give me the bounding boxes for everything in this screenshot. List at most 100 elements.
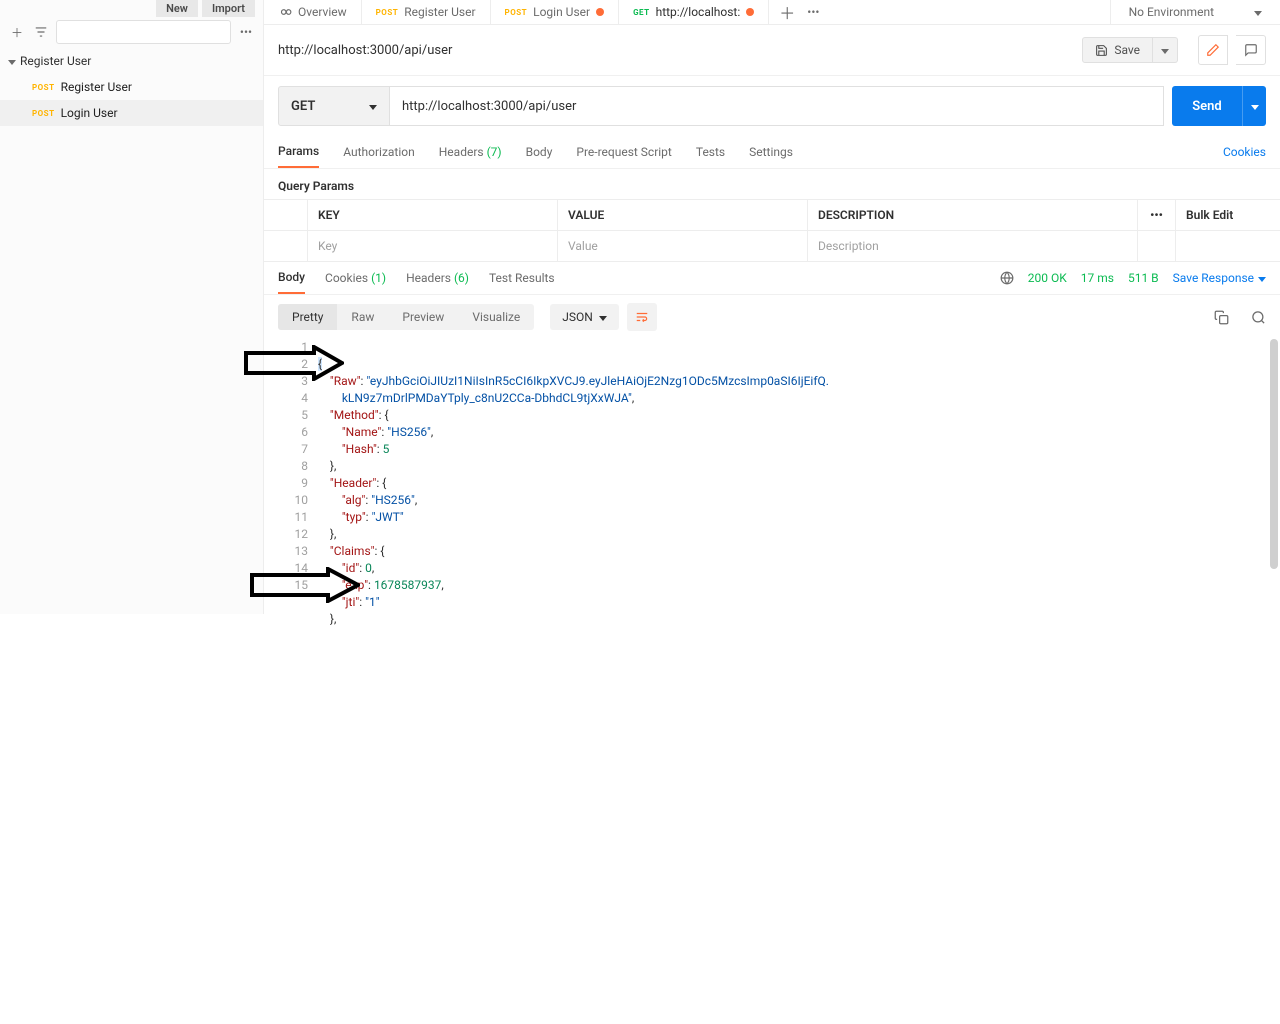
raw-button[interactable]: Raw bbox=[337, 304, 388, 330]
url-input[interactable] bbox=[390, 86, 1164, 126]
environment-label: No Environment bbox=[1129, 5, 1214, 19]
collection-name: Register User bbox=[20, 54, 91, 68]
col-description: DESCRIPTION bbox=[808, 200, 1137, 230]
sidebar-search[interactable] bbox=[56, 20, 231, 44]
subtab-params[interactable]: Params bbox=[278, 136, 319, 168]
copy-icon[interactable] bbox=[1214, 310, 1229, 325]
pretty-button[interactable]: Pretty bbox=[278, 304, 337, 330]
description-input[interactable]: Description bbox=[808, 231, 1137, 261]
format-selector[interactable]: JSON bbox=[550, 304, 619, 330]
response-body[interactable]: 123 456 789 101112 131415 { "Raw": "eyJh… bbox=[264, 339, 1280, 638]
response-time: 17 ms bbox=[1081, 271, 1114, 285]
search-icon[interactable] bbox=[1251, 310, 1266, 325]
import-button[interactable]: Import bbox=[202, 0, 255, 17]
resp-tab-label: Cookies bbox=[325, 271, 368, 285]
save-icon bbox=[1095, 44, 1108, 57]
view-mode-segment: Pretty Raw Preview Visualize bbox=[278, 304, 534, 330]
tab-localhost[interactable]: GET http://localhost: bbox=[619, 0, 769, 24]
tab-register[interactable]: POST Register User bbox=[362, 0, 491, 24]
bulk-edit-button[interactable]: Bulk Edit bbox=[1175, 200, 1280, 230]
sidebar-item-register[interactable]: POST Register User bbox=[0, 74, 263, 100]
filter-icon[interactable] bbox=[32, 23, 50, 41]
value-input[interactable]: Value bbox=[558, 231, 808, 261]
save-response-label: Save Response bbox=[1173, 271, 1254, 285]
col-key: KEY bbox=[308, 200, 558, 230]
visualize-button[interactable]: Visualize bbox=[458, 304, 534, 330]
request-subtabs: Params Authorization Headers (7) Body Pr… bbox=[264, 136, 1280, 169]
tab-label: http://localhost: bbox=[656, 5, 741, 19]
tab-label: Overview bbox=[298, 5, 347, 19]
send-dropdown[interactable] bbox=[1242, 86, 1266, 126]
col-actions-icon[interactable]: ••• bbox=[1137, 200, 1175, 230]
method-badge: POST bbox=[32, 109, 55, 118]
subtab-body[interactable]: Body bbox=[526, 137, 553, 167]
resp-tab-headers[interactable]: Headers (6) bbox=[406, 263, 469, 293]
wrap-lines-icon[interactable] bbox=[627, 303, 657, 331]
response-tabs: Body Cookies (1) Headers (6) Test Result… bbox=[264, 262, 1280, 295]
code-content: { "Raw": "eyJhbGciOiJIUzI1NiIsInR5cCI6Ik… bbox=[318, 339, 1266, 628]
subtab-tests[interactable]: Tests bbox=[696, 137, 725, 167]
resp-tab-cookies[interactable]: Cookies (1) bbox=[325, 263, 386, 293]
infinity-icon bbox=[278, 5, 292, 19]
tab-more-icon[interactable]: ••• bbox=[807, 5, 819, 19]
globe-icon[interactable] bbox=[1000, 271, 1014, 285]
unsaved-dot-icon bbox=[596, 8, 604, 16]
chevron-down-icon bbox=[1254, 5, 1262, 19]
send-button[interactable]: Send bbox=[1172, 86, 1242, 126]
collection-folder[interactable]: Register User bbox=[0, 48, 263, 74]
tab-overview[interactable]: Overview bbox=[264, 0, 362, 24]
request-title[interactable]: http://localhost:3000/api/user bbox=[278, 43, 1074, 58]
tab-label: Login User bbox=[533, 5, 590, 19]
tab-bar: Overview POST Register User POST Login U… bbox=[264, 0, 1280, 25]
environment-selector[interactable]: No Environment bbox=[1110, 0, 1280, 24]
method-badge: POST bbox=[376, 8, 399, 17]
main-panel: Overview POST Register User POST Login U… bbox=[264, 0, 1280, 614]
chevron-down-icon bbox=[369, 99, 377, 114]
method-badge: POST bbox=[505, 8, 528, 17]
line-gutter: 123 456 789 101112 131415 bbox=[278, 339, 318, 628]
chevron-down-icon bbox=[8, 54, 16, 68]
subtab-headers[interactable]: Headers (7) bbox=[439, 137, 502, 167]
resp-tab-tests[interactable]: Test Results bbox=[489, 263, 555, 293]
save-response-button[interactable]: Save Response bbox=[1173, 271, 1266, 285]
chevron-down-icon bbox=[1258, 271, 1266, 285]
title-bar: http://localhost:3000/api/user Save bbox=[264, 25, 1280, 76]
scrollbar-thumb[interactable] bbox=[1270, 339, 1278, 569]
resp-tab-count: (1) bbox=[371, 271, 386, 285]
add-icon[interactable]: ＋ bbox=[8, 23, 26, 41]
query-params-label: Query Params bbox=[264, 169, 1280, 199]
subtab-authorization[interactable]: Authorization bbox=[343, 137, 415, 167]
resp-tab-count: (6) bbox=[454, 271, 469, 285]
cookies-link[interactable]: Cookies bbox=[1223, 137, 1266, 167]
new-button[interactable]: New bbox=[156, 0, 198, 17]
table-header-row: KEY VALUE DESCRIPTION ••• Bulk Edit bbox=[264, 200, 1280, 231]
subtab-settings[interactable]: Settings bbox=[749, 137, 793, 167]
key-input[interactable]: Key bbox=[308, 231, 558, 261]
col-value: VALUE bbox=[558, 200, 808, 230]
sidebar-item-login[interactable]: POST Login User bbox=[0, 100, 263, 126]
save-label: Save bbox=[1114, 43, 1140, 57]
tab-login[interactable]: POST Login User bbox=[491, 0, 620, 24]
add-tab-icon[interactable]: ＋ bbox=[779, 0, 795, 24]
resp-tab-body[interactable]: Body bbox=[278, 262, 305, 294]
params-table: KEY VALUE DESCRIPTION ••• Bulk Edit Key … bbox=[264, 199, 1280, 262]
comment-icon[interactable] bbox=[1236, 35, 1266, 65]
chevron-down-icon bbox=[1251, 99, 1259, 113]
resp-tab-label: Headers bbox=[406, 271, 451, 285]
save-button[interactable]: Save bbox=[1082, 37, 1153, 63]
subtab-label: Headers bbox=[439, 145, 484, 159]
table-row[interactable]: Key Value Description bbox=[264, 231, 1280, 262]
preview-button[interactable]: Preview bbox=[388, 304, 458, 330]
sidebar: New Import ＋ ••• Register User POST Regi… bbox=[0, 0, 264, 614]
status-code: 200 OK bbox=[1028, 271, 1067, 285]
method-value: GET bbox=[291, 99, 315, 114]
sidebar-item-label: Register User bbox=[61, 80, 132, 94]
sidebar-more-icon[interactable]: ••• bbox=[237, 23, 255, 41]
subtab-prerequest[interactable]: Pre-request Script bbox=[576, 137, 671, 167]
edit-icon[interactable] bbox=[1198, 35, 1228, 65]
request-row: GET Send bbox=[264, 76, 1280, 136]
sidebar-item-label: Login User bbox=[61, 106, 118, 120]
method-selector[interactable]: GET bbox=[278, 86, 390, 126]
save-dropdown[interactable] bbox=[1153, 37, 1178, 63]
method-badge: GET bbox=[633, 8, 650, 17]
